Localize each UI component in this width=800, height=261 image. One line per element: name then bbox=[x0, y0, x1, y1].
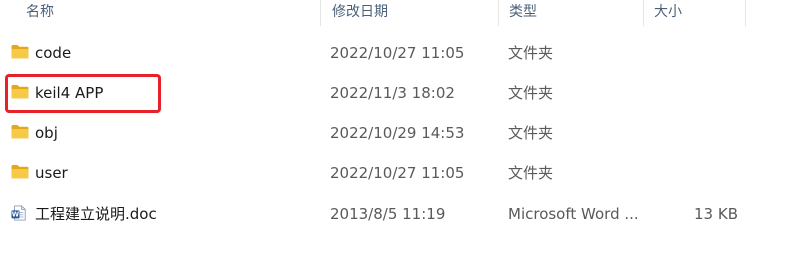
column-header-name[interactable]: 名称 bbox=[20, 0, 320, 26]
file-date-modified: 2022/10/27 11:05 bbox=[330, 44, 465, 62]
column-divider[interactable] bbox=[498, 0, 499, 26]
file-date-modified: 2013/8/5 11:19 bbox=[330, 205, 446, 223]
file-type: 文件夹 bbox=[508, 164, 554, 182]
file-size: 13 KB bbox=[694, 205, 738, 223]
column-header-size[interactable]: 大小 bbox=[648, 0, 744, 26]
file-row[interactable]: obj 2022/10/29 14:53 文件夹 bbox=[0, 113, 800, 153]
file-name[interactable]: user bbox=[35, 153, 68, 193]
file-type: 文件夹 bbox=[508, 44, 554, 62]
column-divider[interactable] bbox=[320, 0, 321, 26]
folder-icon bbox=[11, 125, 29, 139]
file-type: 文件夹 bbox=[508, 124, 554, 142]
file-row[interactable]: user 2022/10/27 11:05 文件夹 bbox=[0, 153, 800, 193]
file-date-modified: 2022/10/29 14:53 bbox=[330, 124, 465, 142]
file-name[interactable]: code bbox=[35, 33, 71, 73]
folder-icon bbox=[11, 45, 29, 59]
file-row[interactable]: W 工程建立说明.doc 2013/8/5 11:19 Microsoft Wo… bbox=[0, 194, 800, 234]
annotation-highlight-box bbox=[5, 74, 161, 113]
folder-icon bbox=[11, 165, 29, 179]
word-doc-icon: W bbox=[11, 205, 26, 221]
file-explorer-list: ⌃ 名称 修改日期 类型 大小 code 2022/10/27 11:05 文件… bbox=[0, 0, 800, 261]
column-header-date-modified[interactable]: 修改日期 bbox=[326, 0, 496, 26]
column-header-type[interactable]: 类型 bbox=[503, 0, 643, 26]
file-type: Microsoft Word ... bbox=[508, 205, 639, 223]
file-date-modified: 2022/10/27 11:05 bbox=[330, 164, 465, 182]
column-header-row: ⌃ 名称 修改日期 类型 大小 bbox=[0, 0, 800, 26]
file-name[interactable]: obj bbox=[35, 113, 58, 153]
column-divider[interactable] bbox=[745, 0, 746, 26]
svg-text:W: W bbox=[12, 211, 20, 219]
file-name[interactable]: 工程建立说明.doc bbox=[35, 194, 157, 234]
file-type: 文件夹 bbox=[508, 84, 554, 102]
file-date-modified: 2022/11/3 18:02 bbox=[330, 84, 455, 102]
column-divider[interactable] bbox=[643, 0, 644, 26]
file-row[interactable]: code 2022/10/27 11:05 文件夹 bbox=[0, 33, 800, 73]
